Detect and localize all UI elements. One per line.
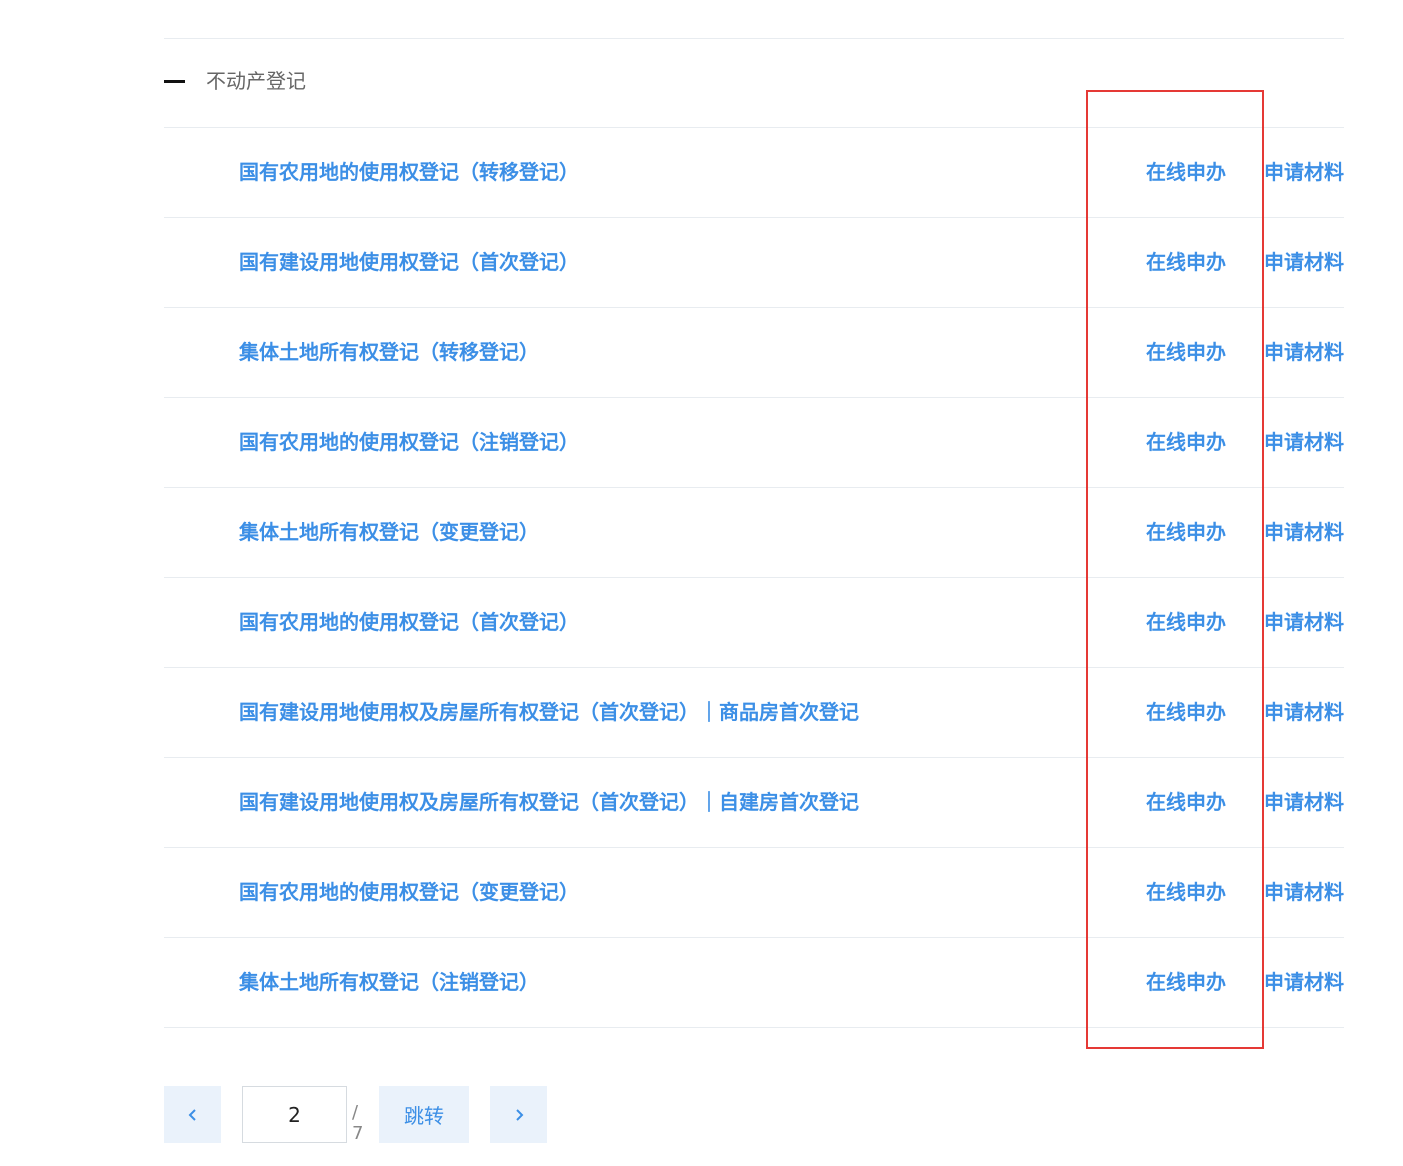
apply-online-link[interactable]: 在线申办 [1146, 159, 1226, 185]
service-title-link[interactable]: 国有农用地的使用权登记（首次登记） [239, 609, 579, 635]
apply-online-link[interactable]: 在线申办 [1146, 429, 1226, 455]
application-materials-link[interactable]: 申请材料 [1264, 519, 1344, 545]
application-materials-link[interactable]: 申请材料 [1264, 879, 1344, 905]
service-title-link[interactable]: 国有建设用地使用权及房屋所有权登记（首次登记）｜商品房首次登记 [239, 699, 859, 725]
apply-online-link[interactable]: 在线申办 [1146, 789, 1226, 815]
section-title: 不动产登记 [206, 69, 306, 93]
list-item: 国有农用地的使用权登记（首次登记） 在线申办 申请材料 [164, 578, 1344, 668]
previous-row-cutoff [164, 0, 1344, 39]
list-item: 国有农用地的使用权登记（转移登记） 在线申办 申请材料 [164, 128, 1344, 218]
list-item: 国有建设用地使用权及房屋所有权登记（首次登记）｜自建房首次登记 在线申办 申请材料 [164, 758, 1344, 848]
service-title-link[interactable]: 国有农用地的使用权登记（变更登记） [239, 879, 579, 905]
collapse-minus-icon[interactable] [164, 80, 185, 83]
service-title-link[interactable]: 国有农用地的使用权登记（注销登记） [239, 429, 579, 455]
list-item: 集体土地所有权登记（注销登记） 在线申办 申请材料 [164, 938, 1344, 1028]
chevron-left-icon [188, 1108, 196, 1121]
application-materials-link[interactable]: 申请材料 [1264, 789, 1344, 815]
apply-online-link[interactable]: 在线申办 [1146, 519, 1226, 545]
application-materials-link[interactable]: 申请材料 [1264, 159, 1344, 185]
prev-page-button[interactable] [164, 1086, 221, 1143]
application-materials-link[interactable]: 申请材料 [1264, 249, 1344, 275]
application-materials-link[interactable]: 申请材料 [1264, 429, 1344, 455]
apply-online-link[interactable]: 在线申办 [1146, 609, 1226, 635]
apply-online-link[interactable]: 在线申办 [1146, 339, 1226, 365]
list-item: 集体土地所有权登记（变更登记） 在线申办 申请材料 [164, 488, 1344, 578]
service-title-link[interactable]: 国有建设用地使用权及房屋所有权登记（首次登记）｜自建房首次登记 [239, 789, 859, 815]
section-header: 不动产登记 [164, 38, 1344, 128]
apply-online-link[interactable]: 在线申办 [1146, 249, 1226, 275]
chevron-right-icon [515, 1108, 523, 1121]
jump-button[interactable]: 跳转 [379, 1086, 469, 1143]
application-materials-link[interactable]: 申请材料 [1264, 969, 1344, 995]
page-number-input[interactable] [242, 1086, 347, 1143]
application-materials-link[interactable]: 申请材料 [1264, 699, 1344, 725]
service-title-link[interactable]: 集体土地所有权登记（注销登记） [239, 969, 539, 995]
service-list: 国有农用地的使用权登记（转移登记） 在线申办 申请材料 国有建设用地使用权登记（首次登… [164, 128, 1344, 1028]
list-item: 国有建设用地使用权及房屋所有权登记（首次登记）｜商品房首次登记 在线申办 申请材料 [164, 668, 1344, 758]
apply-online-link[interactable]: 在线申办 [1146, 879, 1226, 905]
service-title-link[interactable]: 国有建设用地使用权登记（首次登记） [239, 249, 579, 275]
service-title-link[interactable]: 集体土地所有权登记（变更登记） [239, 519, 539, 545]
apply-online-link[interactable]: 在线申办 [1146, 969, 1226, 995]
apply-online-link[interactable]: 在线申办 [1146, 699, 1226, 725]
page: 不动产登记 国有农用地的使用权登记（转移登记） 在线申办 申请材料 国有建设用地使用权… [0, 0, 1403, 1166]
service-title-link[interactable]: 国有农用地的使用权登记（转移登记） [239, 159, 579, 185]
list-item: 国有农用地的使用权登记（变更登记） 在线申办 申请材料 [164, 848, 1344, 938]
list-item: 国有农用地的使用权登记（注销登记） 在线申办 申请材料 [164, 398, 1344, 488]
application-materials-link[interactable]: 申请材料 [1264, 339, 1344, 365]
list-item: 集体土地所有权登记（转移登记） 在线申办 申请材料 [164, 308, 1344, 398]
service-title-link[interactable]: 集体土地所有权登记（转移登记） [239, 339, 539, 365]
next-page-button[interactable] [490, 1086, 547, 1143]
total-pages: / 7 [352, 1102, 364, 1144]
list-item: 国有建设用地使用权登记（首次登记） 在线申办 申请材料 [164, 218, 1344, 308]
application-materials-link[interactable]: 申请材料 [1264, 609, 1344, 635]
